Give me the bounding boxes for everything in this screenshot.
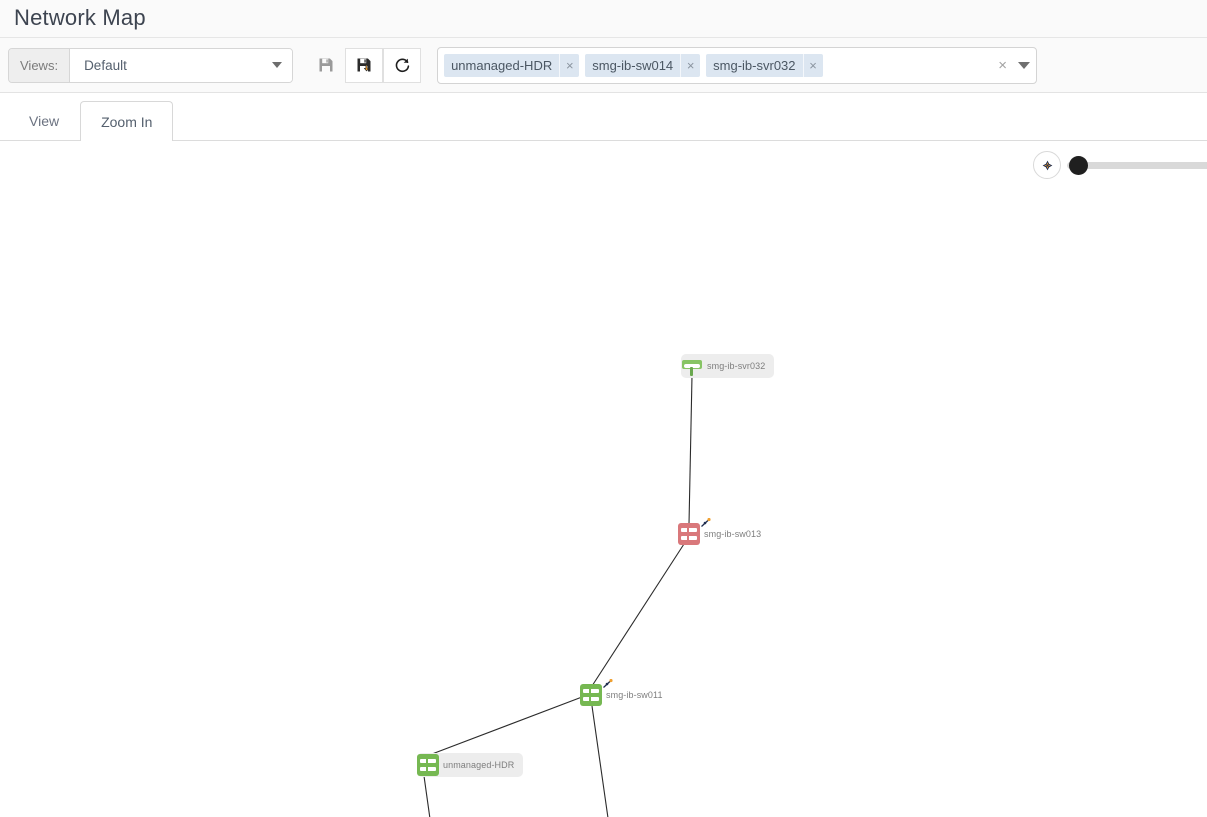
map-node-unmanaged-hdr[interactable]: unmanaged-HDR: [417, 753, 523, 777]
edge[interactable]: [689, 376, 692, 524]
server-icon: [681, 355, 703, 377]
network-map-canvas[interactable]: smg-ib-svr032 smg-ib-sw013: [0, 141, 1207, 817]
tab-bar: View Zoom In: [0, 93, 1207, 141]
filter-chip[interactable]: smg-ib-sw014 ×: [585, 54, 700, 77]
recenter-button[interactable]: [1033, 151, 1061, 179]
switch-icon: [417, 754, 439, 776]
views-selected-value: Default: [84, 58, 127, 73]
map-node-label: unmanaged-HDR: [443, 760, 514, 770]
save-as-floppy-icon: [356, 57, 372, 73]
views-select[interactable]: Default: [70, 49, 292, 82]
tab-zoom-in[interactable]: Zoom In: [80, 101, 173, 141]
save-as-button[interactable]: [345, 48, 383, 83]
map-node-label: smg-ib-svr032: [707, 361, 765, 371]
chip-label: unmanaged-HDR: [444, 54, 559, 77]
zoom-slider-thumb[interactable]: [1069, 156, 1088, 175]
chip-label: smg-ib-sw014: [585, 54, 680, 77]
link-status-icon: [700, 515, 711, 525]
switch-icon: [678, 523, 700, 545]
field-actions: ×: [990, 58, 1030, 73]
page-title: Network Map: [14, 7, 146, 31]
chip-label: smg-ib-svr032: [706, 54, 802, 77]
map-node-label: smg-ib-sw013: [704, 529, 761, 539]
refresh-icon: [394, 57, 411, 74]
chevron-down-icon[interactable]: [1018, 62, 1030, 69]
map-node-sw013[interactable]: smg-ib-sw013: [678, 522, 761, 546]
chip-remove-icon[interactable]: ×: [559, 54, 579, 77]
link-status-icon: [602, 676, 613, 686]
chip-remove-icon[interactable]: ×: [680, 54, 700, 77]
refresh-button[interactable]: [383, 48, 421, 83]
edge[interactable]: [424, 776, 446, 817]
toolbar: Views: Default: [0, 38, 1207, 93]
map-node-label: smg-ib-sw011: [606, 690, 663, 700]
save-floppy-icon: [318, 57, 334, 73]
zoom-slider[interactable]: [1067, 151, 1207, 179]
map-node-svr032[interactable]: smg-ib-svr032: [681, 354, 774, 378]
chip-remove-icon[interactable]: ×: [803, 54, 823, 77]
filter-chip[interactable]: unmanaged-HDR ×: [444, 54, 579, 77]
views-control: Views: Default: [8, 48, 293, 83]
chevron-down-icon: [272, 62, 282, 68]
switch-icon: [580, 684, 602, 706]
zoom-control: [1033, 151, 1207, 179]
map-node-sw011[interactable]: smg-ib-sw011: [580, 683, 663, 707]
edge[interactable]: [432, 697, 582, 754]
device-filter-field[interactable]: unmanaged-HDR × smg-ib-sw014 × smg-ib-sv…: [437, 47, 1037, 84]
save-button[interactable]: [307, 48, 345, 83]
filter-chip[interactable]: smg-ib-svr032 ×: [706, 54, 822, 77]
app-header: Network Map: [0, 0, 1207, 38]
move-crosshair-icon: [1040, 158, 1055, 173]
edge[interactable]: [592, 706, 615, 817]
zoom-slider-track[interactable]: [1067, 162, 1207, 169]
tab-view[interactable]: View: [8, 101, 80, 140]
views-label: Views:: [9, 49, 70, 82]
toolbar-buttons: [307, 48, 421, 83]
chip-list: unmanaged-HDR × smg-ib-sw014 × smg-ib-sv…: [444, 54, 990, 77]
edge[interactable]: [592, 544, 684, 686]
network-edges: [0, 141, 1207, 817]
clear-all-icon[interactable]: ×: [998, 58, 1007, 73]
